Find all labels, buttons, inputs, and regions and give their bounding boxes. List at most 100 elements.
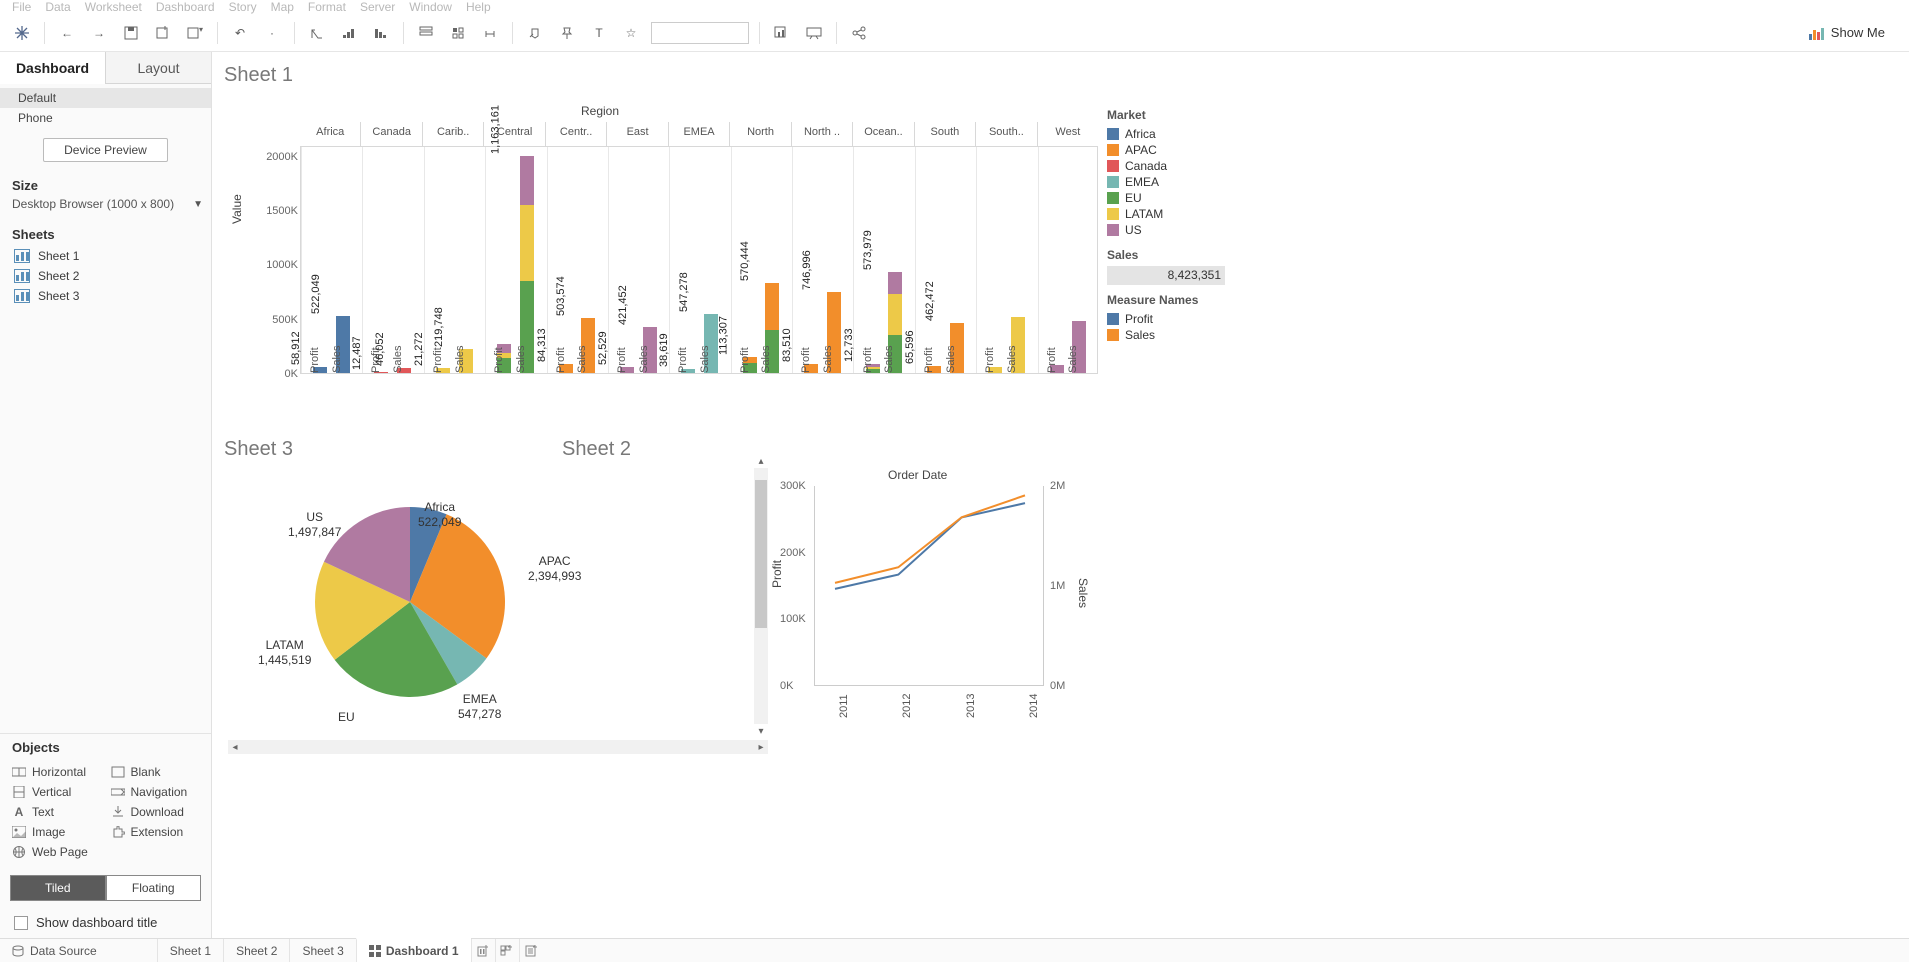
sales-bar[interactable]: Sales bbox=[1072, 321, 1086, 373]
pin-icon[interactable] bbox=[553, 19, 581, 47]
sales-bar[interactable]: Sales bbox=[1011, 317, 1025, 373]
highlight-icon[interactable] bbox=[444, 19, 472, 47]
sales-bar[interactable]: 1,163,161Sales bbox=[520, 156, 534, 373]
legend-market-eu[interactable]: EU bbox=[1107, 190, 1235, 206]
logo-icon[interactable] bbox=[8, 19, 36, 47]
sheet1-chart[interactable]: Region Value AfricaCanadaCarib..CentralC… bbox=[228, 104, 1098, 426]
menu-map[interactable]: Map bbox=[271, 0, 294, 14]
profit-bar[interactable]: 21,272Profit bbox=[436, 368, 450, 373]
scroll-left-icon[interactable]: ◂ bbox=[228, 740, 242, 754]
show-me-button[interactable]: Show Me bbox=[1809, 25, 1885, 40]
save-icon[interactable] bbox=[117, 19, 145, 47]
profit-bar[interactable]: 84,313Profit bbox=[559, 364, 573, 373]
device-preview-button[interactable]: Device Preview bbox=[43, 138, 168, 162]
profit-bar[interactable]: 52,529Profit bbox=[620, 367, 634, 373]
menu-window[interactable]: Window bbox=[409, 0, 452, 14]
fit-icon[interactable] bbox=[768, 19, 796, 47]
sales-bar[interactable]: 746,996Sales bbox=[827, 292, 841, 373]
scroll-down-icon[interactable]: ▾ bbox=[754, 724, 768, 738]
legend-market-emea[interactable]: EMEA bbox=[1107, 174, 1235, 190]
object-text[interactable]: AText bbox=[12, 805, 101, 819]
scroll-up-icon[interactable]: ▴ bbox=[754, 454, 768, 468]
sales-bar[interactable]: 547,278Sales bbox=[704, 314, 718, 373]
sidebar-sheet-2[interactable]: Sheet 2 bbox=[0, 266, 211, 286]
size-dropdown[interactable]: Desktop Browser (1000 x 800)▼ bbox=[0, 197, 211, 217]
text-icon[interactable]: T bbox=[585, 19, 613, 47]
new-worksheet-icon[interactable]: ▾ bbox=[181, 19, 209, 47]
menu-server[interactable]: Server bbox=[360, 0, 395, 14]
vertical-scrollbar[interactable]: ▴ ▾ bbox=[754, 468, 768, 724]
profit-bar[interactable]: 12,487Profit bbox=[374, 372, 388, 373]
sort-asc-icon[interactable] bbox=[335, 19, 363, 47]
search-input[interactable] bbox=[651, 22, 749, 44]
object-web-page[interactable]: Web Page bbox=[12, 845, 101, 859]
forward-icon[interactable]: → bbox=[85, 19, 113, 47]
object-horizontal[interactable]: Horizontal bbox=[12, 765, 101, 779]
scrollbar-thumb[interactable] bbox=[755, 480, 767, 628]
floating-button[interactable]: Floating bbox=[106, 875, 202, 901]
menu-worksheet[interactable]: Worksheet bbox=[85, 0, 142, 14]
back-icon[interactable]: ← bbox=[53, 19, 81, 47]
sidebar-sheet-3[interactable]: Sheet 3 bbox=[0, 286, 211, 306]
object-blank[interactable]: Blank bbox=[111, 765, 200, 779]
profit-bar[interactable]: Profit bbox=[988, 367, 1002, 374]
redo-icon[interactable]: · bbox=[258, 19, 286, 47]
device-default[interactable]: Default bbox=[0, 88, 211, 108]
sales-line[interactable] bbox=[835, 495, 1025, 583]
new-story-tab-icon[interactable] bbox=[519, 939, 543, 962]
show-labels-icon[interactable] bbox=[521, 19, 549, 47]
profit-bar[interactable]: 83,510Profit bbox=[804, 364, 818, 373]
sales-bar[interactable]: 503,574Sales bbox=[581, 318, 595, 373]
profit-bar[interactable]: 113,307Profit bbox=[743, 357, 757, 373]
new-data-icon[interactable] bbox=[149, 19, 177, 47]
object-image[interactable]: Image bbox=[12, 825, 101, 839]
tiled-button[interactable]: Tiled bbox=[10, 875, 106, 901]
legend-market-africa[interactable]: Africa bbox=[1107, 126, 1235, 142]
sales-bar[interactable]: 219,748Sales bbox=[459, 349, 473, 373]
sales-bar[interactable]: 462,472Sales bbox=[950, 323, 964, 373]
sales-bar[interactable]: 570,444Sales bbox=[765, 283, 779, 373]
sort-desc-icon[interactable] bbox=[367, 19, 395, 47]
tab-dashboard[interactable]: Dashboard bbox=[0, 52, 106, 84]
legend-measure-profit[interactable]: Profit bbox=[1107, 311, 1235, 327]
horizontal-scrollbar[interactable]: ◂ ▸ bbox=[228, 740, 768, 754]
legend-market-latam[interactable]: LATAM bbox=[1107, 206, 1235, 222]
menu-file[interactable]: File bbox=[12, 0, 31, 14]
legend-market-apac[interactable]: APAC bbox=[1107, 142, 1235, 158]
menu-format[interactable]: Format bbox=[308, 0, 346, 14]
new-worksheet-tab-icon[interactable] bbox=[471, 939, 495, 962]
object-download[interactable]: Download bbox=[111, 805, 200, 819]
profit-bar[interactable]: 38,619Profit bbox=[681, 369, 695, 373]
sales-bar[interactable]: 573,979Sales bbox=[888, 272, 902, 373]
data-source-tab[interactable]: Data Source bbox=[0, 939, 109, 962]
group-icon[interactable] bbox=[476, 19, 504, 47]
legend-market-canada[interactable]: Canada bbox=[1107, 158, 1235, 174]
object-vertical[interactable]: Vertical bbox=[12, 785, 101, 799]
dashboard-canvas[interactable]: Sheet 1 Region Value AfricaCanadaCarib..… bbox=[212, 52, 1909, 938]
sales-bar[interactable]: 46,052Sales bbox=[397, 368, 411, 373]
profit-bar[interactable]: Profit bbox=[497, 344, 511, 373]
sidebar-sheet-1[interactable]: Sheet 1 bbox=[0, 246, 211, 266]
object-navigation[interactable]: Navigation bbox=[111, 785, 200, 799]
device-phone[interactable]: Phone bbox=[0, 108, 211, 128]
profit-bar[interactable]: Profit bbox=[1050, 365, 1064, 373]
menu-story[interactable]: Story bbox=[229, 0, 257, 14]
sheet3-chart[interactable]: Africa522,049APAC2,394,993EMEA547,278EUL… bbox=[228, 438, 768, 754]
profit-bar[interactable]: 58,912Profit bbox=[313, 367, 327, 373]
menu-help[interactable]: Help bbox=[466, 0, 491, 14]
tab-sheet2[interactable]: Sheet 2 bbox=[223, 939, 289, 962]
tab-sheet1[interactable]: Sheet 1 bbox=[157, 939, 223, 962]
menu-data[interactable]: Data bbox=[45, 0, 70, 14]
new-dashboard-tab-icon[interactable] bbox=[495, 939, 519, 962]
scroll-right-icon[interactable]: ▸ bbox=[754, 740, 768, 754]
object-extension[interactable]: Extension bbox=[111, 825, 200, 839]
share-icon[interactable] bbox=[845, 19, 873, 47]
undo-icon[interactable]: ↶ bbox=[226, 19, 254, 47]
legend-market-us[interactable]: US bbox=[1107, 222, 1235, 238]
swap-icon[interactable] bbox=[303, 19, 331, 47]
totals-icon[interactable] bbox=[412, 19, 440, 47]
profit-bar[interactable]: 12,733Profit bbox=[866, 364, 880, 373]
star-icon[interactable]: ☆ bbox=[617, 19, 645, 47]
tab-layout[interactable]: Layout bbox=[106, 52, 211, 84]
profit-bar[interactable]: 65,596Profit bbox=[927, 366, 941, 373]
